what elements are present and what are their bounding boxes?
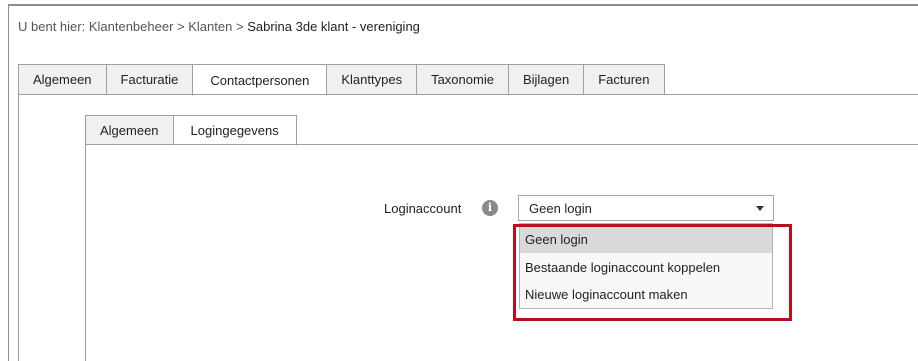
frame-left-border xyxy=(8,4,9,361)
tab-contactpersonen[interactable]: Contactpersonen xyxy=(192,64,327,96)
breadcrumb-separator: > xyxy=(235,19,244,34)
tab-algemeen[interactable]: Algemeen xyxy=(18,64,106,95)
main-tab-panel-border xyxy=(18,94,918,95)
sub-tab-panel-left-border xyxy=(85,144,86,361)
highlight-annotation-box xyxy=(513,224,792,321)
loginaccount-selected-value: Geen login xyxy=(529,200,592,216)
loginaccount-select[interactable]: Geen login xyxy=(518,195,774,221)
tab-facturatie[interactable]: Facturatie xyxy=(105,64,193,95)
main-tab-panel-left-border xyxy=(18,94,19,361)
breadcrumb-prefix: U bent hier: xyxy=(18,19,86,34)
subtab-logingegevens[interactable]: Logingegevens xyxy=(172,115,297,146)
chevron-down-icon xyxy=(756,205,764,211)
tab-klanttypes[interactable]: Klanttypes xyxy=(326,64,417,95)
subtab-algemeen[interactable]: Algemeen xyxy=(85,115,173,145)
tab-bijlagen[interactable]: Bijlagen xyxy=(507,64,584,95)
tab-taxonomie[interactable]: Taxonomie xyxy=(416,64,508,95)
breadcrumb-link-klanten[interactable]: Klanten xyxy=(188,19,232,34)
breadcrumb-link-klantenbeheer[interactable]: Klantenbeheer xyxy=(89,19,174,34)
info-icon[interactable]: i xyxy=(482,200,498,216)
breadcrumb-current: Sabrina 3de klant - vereniging xyxy=(247,19,420,34)
tab-facturen[interactable]: Facturen xyxy=(583,64,665,95)
loginaccount-label: Loginaccount xyxy=(384,201,462,216)
breadcrumb: U bent hier: Klantenbeheer > Klanten > S… xyxy=(18,19,420,34)
sub-tab-bar: Algemeen Logingegevens xyxy=(85,115,297,146)
frame-top-border xyxy=(8,4,918,6)
breadcrumb-separator: > xyxy=(177,19,185,34)
main-tab-bar: Algemeen Facturatie Contactpersonen Klan… xyxy=(18,64,665,96)
sub-tab-panel-border xyxy=(85,144,918,145)
